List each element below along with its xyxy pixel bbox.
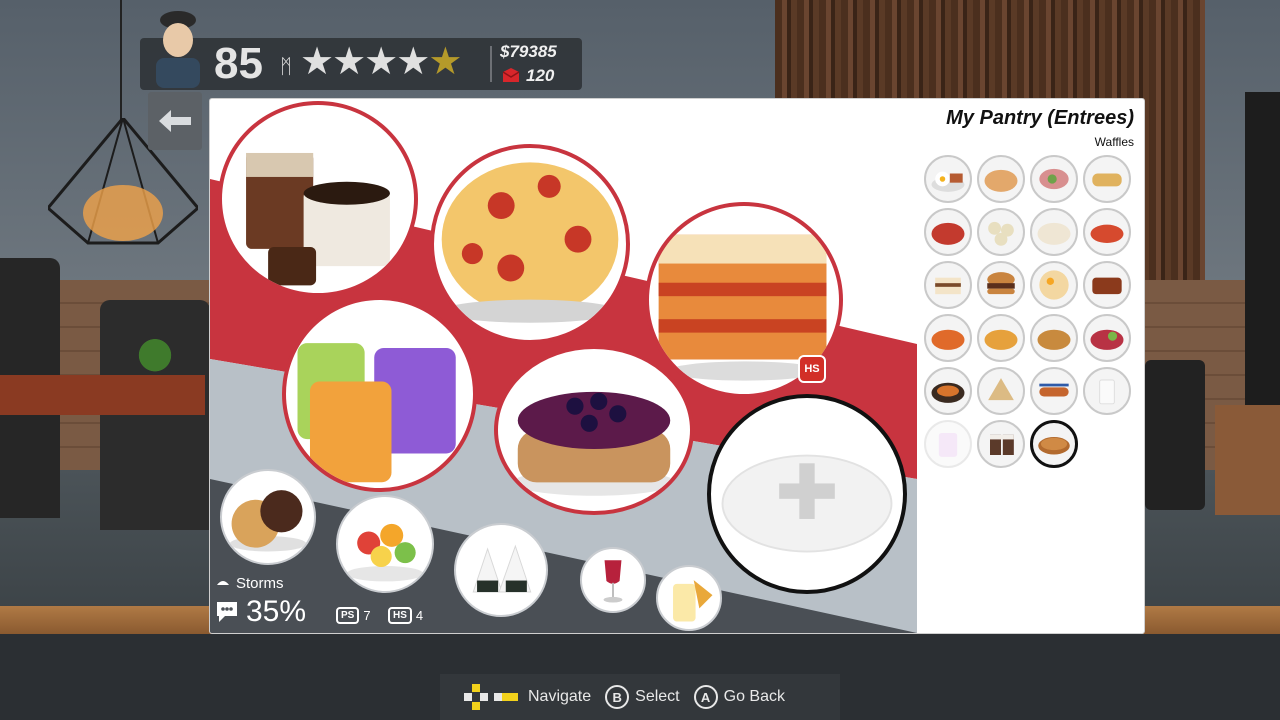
selected-item-name: Waffles (1094, 135, 1134, 149)
pantry-panel: HS Storms 35% PS 7 HS 4 My Pantry (Entre… (210, 99, 1144, 633)
pantry-title: My Pantry (Entrees) (946, 107, 1134, 129)
go-back-label: Go Back (723, 688, 785, 705)
pantry-item-ramen[interactable] (1030, 261, 1078, 309)
a-button-icon: A (693, 685, 718, 709)
pantry-item-fried-eggs[interactable] (924, 155, 972, 203)
pantry-item-burger[interactable] (977, 261, 1025, 309)
ps-count: PS 7 (336, 607, 371, 624)
hud-divider (490, 46, 492, 82)
pantry-item-wrap[interactable] (977, 367, 1025, 415)
envelope-icon (502, 68, 520, 82)
hs-tag: HS (388, 607, 412, 624)
star-icon: ★ (364, 41, 398, 83)
hs-value: 4 (415, 608, 424, 623)
side-table (1215, 405, 1280, 515)
ps-value: 7 (363, 608, 371, 623)
back-button[interactable] (148, 92, 202, 150)
menu-slot-empty[interactable] (707, 394, 907, 594)
pantry-item-burrito[interactable] (1083, 155, 1131, 203)
weather-label: Storms (236, 575, 284, 592)
star-icon: ★ (332, 41, 366, 83)
pantry-item-fried-rice[interactable] (1083, 314, 1131, 362)
percent-value: 35% (246, 595, 307, 628)
pantry-item-shrimp-dish[interactable] (924, 208, 972, 256)
controls-bar: Navigate B Select A Go Back (440, 674, 840, 720)
select-label: Select (635, 688, 680, 705)
pantry-item-faded-drink[interactable] (924, 420, 972, 468)
menu-slot-pina-colada[interactable] (656, 565, 722, 631)
chair (1145, 360, 1205, 510)
pantry-item-fajitas[interactable] (924, 367, 972, 415)
player-hud: 85 ᛗ ★★★★★ $79385 120 (140, 11, 582, 90)
b-button-icon: B (605, 685, 630, 709)
menu-slot-fruit-salad[interactable] (336, 495, 434, 593)
ps-tag: PS (336, 607, 360, 624)
pantry-item-lobster[interactable] (1083, 208, 1131, 256)
pantry-item-hot-dog[interactable] (1030, 367, 1078, 415)
pantry-grid (924, 155, 1140, 468)
pantry-item-milk[interactable] (1083, 367, 1131, 415)
pantry-item-noodles[interactable] (1030, 314, 1078, 362)
star-rating: ★★★★★ (300, 40, 462, 84)
menu-slot-cookies[interactable] (220, 469, 316, 565)
pantry-item-crab-legs[interactable] (924, 314, 972, 362)
dpad-icon (464, 684, 518, 710)
plant (130, 330, 180, 372)
umbrella-icon (217, 580, 229, 585)
star-icon: ★ (428, 41, 462, 83)
gem-count: 120 (526, 66, 555, 85)
speech-bubble-icon (217, 602, 237, 622)
player-level: 85 (214, 39, 263, 88)
menu-stage: HS Storms 35% PS 7 HS 4 (210, 99, 917, 633)
navigate-control: Navigate (464, 684, 591, 710)
level-icon: ᛗ (280, 56, 292, 78)
go-back-control[interactable]: A Go Back (693, 685, 785, 709)
pantry-item-salad[interactable] (1030, 208, 1078, 256)
menu-slot-slushies[interactable] (282, 296, 477, 492)
pantry-item-chicken-wings[interactable] (1083, 261, 1131, 309)
menu-slot-coffee-drinks[interactable] (218, 101, 418, 297)
weather-status: Storms (216, 575, 284, 592)
star-icon: ★ (300, 41, 334, 83)
pantry-item-waffles[interactable] (1030, 420, 1078, 468)
money-amount: $79385 (500, 42, 557, 61)
menu-slot-wine[interactable] (580, 547, 646, 613)
booth-table (0, 375, 205, 415)
lamp-wire (120, 0, 122, 120)
arrow-left-icon (159, 110, 191, 132)
pantry-item-tiramisu[interactable] (924, 261, 972, 309)
hs-count: HS 4 (388, 607, 423, 624)
hs-badge: HS (798, 355, 826, 383)
pantry-item-fried-shrimp[interactable] (977, 314, 1025, 362)
pantry-item-pasta[interactable] (977, 155, 1025, 203)
pantry-item-dumplings[interactable] (977, 208, 1025, 256)
navigate-label: Navigate (528, 688, 592, 705)
half-star-icon: ★ (396, 41, 430, 83)
chef-avatar (156, 11, 200, 88)
menu-slot-rice-balls[interactable] (454, 523, 548, 617)
menu-slot-pepperoni-pizza[interactable] (430, 144, 630, 344)
pantry-item-stuffed-roast[interactable] (1030, 155, 1078, 203)
pantry-item-hot-chocolate[interactable] (977, 420, 1025, 468)
menu-slot-blueberry-pancakes[interactable] (494, 345, 694, 515)
select-control[interactable]: B Select (605, 685, 680, 709)
popularity-percent: 35% (214, 595, 306, 629)
